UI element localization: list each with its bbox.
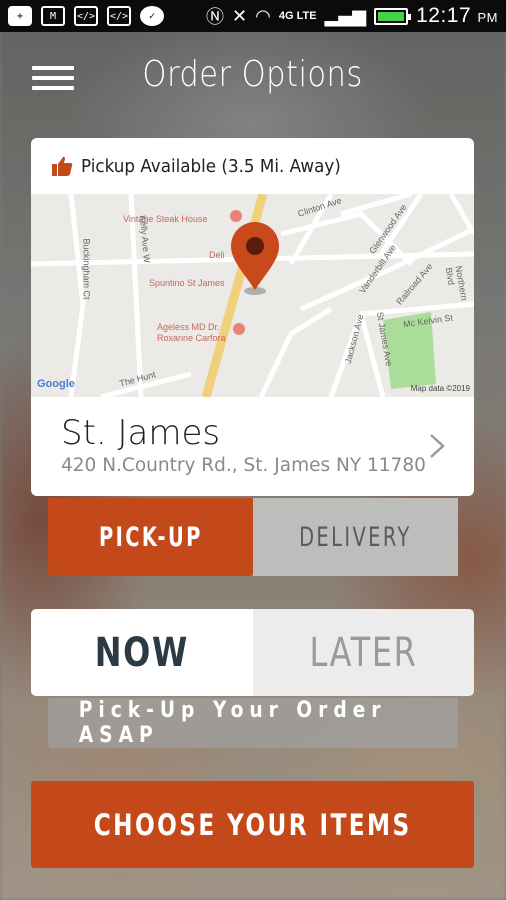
timing-note: Pick-Up Your Order ASAP <box>48 698 458 748</box>
battery-icon <box>374 7 412 25</box>
fulfillment-toggle: PICK-UP DELIVERY <box>48 498 458 576</box>
mute-icon: ✕ <box>232 5 248 27</box>
pickup-option[interactable]: PICK-UP <box>48 498 253 576</box>
later-option[interactable]: LATER <box>252 609 474 696</box>
add-icon: + <box>8 6 32 26</box>
choose-items-button[interactable]: CHOOSE YOUR ITEMS <box>31 781 474 868</box>
nfc-icon: Ⓝ <box>206 7 225 28</box>
store-map[interactable]: Vintage Steak House Deli Spuntino St Jam… <box>31 194 474 397</box>
map-attribution: Map data ©2019 <box>410 384 470 393</box>
map-place: Ageless MD Dr. Roxanne Carfora <box>157 322 226 343</box>
code-icon: </> <box>107 6 131 26</box>
timing-toggle: NOW LATER <box>31 609 474 696</box>
network-type: 4G LTE <box>278 10 317 22</box>
page-title: Order Options <box>142 54 364 95</box>
signal-icon: ▂▄▆ <box>324 5 367 27</box>
store-name: St. James <box>61 413 221 453</box>
google-logo: Google <box>37 378 75 390</box>
pickup-availability: Pickup Available (3.5 Mi. Away) <box>31 138 474 194</box>
chevron-right-icon[interactable] <box>426 432 448 460</box>
location-card[interactable]: Pickup Available (3.5 Mi. Away) Vintage … <box>31 138 474 496</box>
delivery-option[interactable]: DELIVERY <box>253 498 458 576</box>
store-info[interactable]: St. James 420 N.Country Rd., St. James N… <box>31 397 474 496</box>
gmail-icon: M <box>41 6 65 26</box>
pickup-status-text: Pickup Available (3.5 Mi. Away) <box>81 155 341 177</box>
map-place: Vintage Steak House <box>123 214 208 224</box>
chat-icon: ✓ <box>140 6 164 26</box>
store-address: 420 N.Country Rd., St. James NY 11780 <box>61 455 426 476</box>
map-place: Deli <box>209 250 225 260</box>
wifi-icon: ◠ <box>255 5 271 27</box>
map-place: Spuntino St James <box>149 278 225 288</box>
map-street: Buckingham Ct <box>81 238 92 300</box>
clock: 12:17 PM <box>416 4 498 27</box>
now-option[interactable]: NOW <box>31 609 253 696</box>
code-icon: </> <box>74 6 98 26</box>
thumbs-up-icon <box>51 155 73 177</box>
status-bar: + M </> </> ✓ Ⓝ ✕ ◠ 4G LTE ▂▄▆ 12:17 PM <box>0 0 506 32</box>
